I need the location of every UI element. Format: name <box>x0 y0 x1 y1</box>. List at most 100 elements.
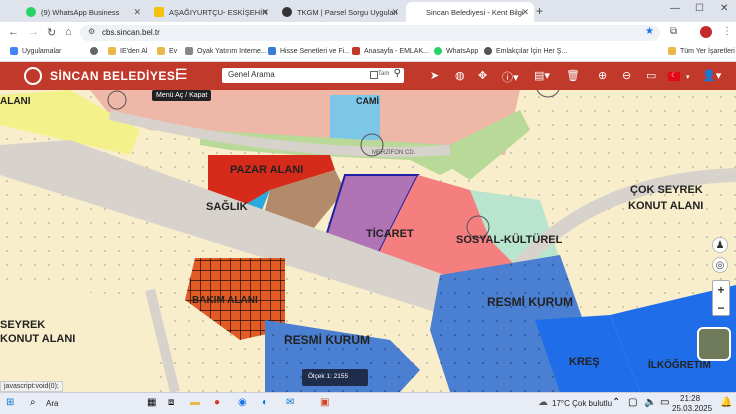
close-icon[interactable]: ✕ <box>261 7 269 18</box>
close-icon[interactable]: ✕ <box>521 7 529 18</box>
zoom-out-button[interactable]: − <box>713 299 729 317</box>
exact-checkbox[interactable] <box>370 71 378 79</box>
new-tab-button[interactable]: + <box>536 4 543 18</box>
app-header: SİNCAN BELEDİYESİ ☰ Genel Arama Tam ⚲ ➤ … <box>0 62 736 90</box>
bookmark-apps[interactable]: Uygulamalar <box>10 47 61 55</box>
home-icon[interactable]: ⌂ <box>65 26 72 38</box>
folder-icon <box>157 47 165 55</box>
bookmark-whatsapp[interactable]: WhatsApp <box>434 47 478 55</box>
powerpoint-icon[interactable]: ▣ <box>320 397 329 408</box>
user-icon[interactable]: 👤▾ <box>702 69 721 82</box>
tab-sincan[interactable]: Sincan Belediyesi - Kent Bilgi Si ✕ <box>406 2 534 22</box>
notification-icon[interactable]: 🔔 <box>720 397 732 408</box>
menu-tooltip: Menü Aç / Kapat <box>152 90 212 101</box>
map-label-street: MERZİFON CD. <box>372 150 416 156</box>
globe-icon <box>90 47 98 55</box>
dash-icon <box>185 47 193 55</box>
municipality-logo-icon <box>24 67 42 85</box>
edge-icon[interactable]: ◐ <box>262 397 268 408</box>
zoom-out-icon[interactable]: ⊖ <box>622 69 631 82</box>
crosshair-icon[interactable]: ✥ <box>478 69 487 82</box>
tab-asagiyurtcu[interactable]: AŞAĞIYURTÇU- ESKİŞEHİR YOL ✕ <box>148 2 274 22</box>
back-icon[interactable]: ← <box>8 26 19 38</box>
status-link: javascript:void(0); <box>0 381 63 392</box>
windows-taskbar: ⊞ ⌕ Ara ▦ ⧈ ▬ ● ◉ ◐ ✉ ▣ ☁ 17°C Çok bulut… <box>0 392 736 414</box>
search-icon[interactable]: ⚲ <box>394 68 401 79</box>
zoom-in-button[interactable]: + <box>713 281 729 299</box>
globe-icon <box>484 47 492 55</box>
folder-icon <box>668 47 676 55</box>
map-label-cok-seyrek: ÇOK SEYREK <box>630 184 703 196</box>
whatsapp-icon <box>26 7 36 17</box>
weather-icon: ☁ <box>538 397 548 408</box>
browser-tab-strip: (9) WhatsApp Business ✕ AŞAĞIYURTÇU- ESK… <box>0 0 736 22</box>
network-icon[interactable]: ▢ <box>628 397 637 408</box>
navigation-icon[interactable]: ➤ <box>430 69 439 82</box>
layers-icon[interactable]: ▤▾ <box>534 69 550 82</box>
bookmark-oyak[interactable]: Oyak Yatırım Interne... <box>185 47 267 55</box>
locate-icon[interactable]: ◎ <box>712 257 728 273</box>
bookmark-star-icon[interactable]: ★ <box>645 26 654 37</box>
map-label-konut: KONUT ALANI <box>628 200 704 212</box>
forward-icon[interactable]: → <box>28 26 39 38</box>
reload-icon[interactable]: ↻ <box>47 26 56 39</box>
screen: (9) WhatsApp Business ✕ AŞAĞIYURTÇU- ESK… <box>0 0 736 414</box>
app-icon[interactable]: ● <box>214 397 220 408</box>
map-label-resmi-kurum-right: RESMİ KURUM <box>487 295 573 309</box>
basemap-thumbnail[interactable] <box>697 327 731 361</box>
map-label-resmi-kurum-center: RESMİ KURUM <box>284 333 370 347</box>
address-bar[interactable]: ⚙ cbs.sincan.bel.tr ★ <box>80 25 660 41</box>
menu-toggle-button[interactable]: ☰ <box>175 66 188 83</box>
map-canvas[interactable]: CAMİ PAZAR ALANI SAĞLIK TİCARET SOSYAL-K… <box>0 90 736 392</box>
tray-chevron-icon[interactable]: ⌃ <box>612 397 620 408</box>
bookmark-emlakcilar[interactable]: Emlakçılar İçin Her Ş... <box>484 47 567 55</box>
task-view-icon[interactable]: ⧈ <box>168 397 174 408</box>
zoom-in-icon[interactable]: ⊕ <box>598 69 607 82</box>
window-close-icon[interactable]: ✕ <box>720 3 728 14</box>
brand-title: SİNCAN BELEDİYESİ <box>50 69 180 83</box>
file-explorer-icon[interactable]: ▬ <box>190 397 200 408</box>
chrome-icon[interactable]: ◉ <box>238 397 247 408</box>
site-info-icon[interactable]: ⚙ <box>88 27 95 36</box>
minimize-icon[interactable]: — <box>670 3 680 14</box>
trash-icon[interactable]: 🗑 <box>566 69 580 82</box>
language-dropdown-icon[interactable]: ▾ <box>686 73 690 81</box>
bookmark-ie[interactable] <box>90 47 102 55</box>
tab-whatsapp[interactable]: (9) WhatsApp Business ✕ <box>20 2 146 22</box>
mail-icon[interactable]: ✉ <box>286 397 294 408</box>
bookmarks-bar: Uygulamalar IE'den Al Ev Oyak Yatırım In… <box>0 44 736 62</box>
battery-icon[interactable]: ▭ <box>660 397 669 408</box>
bookmark-anasayfa[interactable]: Anasayfa - EMLAK... <box>352 47 429 55</box>
maximize-icon[interactable]: ☐ <box>695 3 704 14</box>
info-icon[interactable]: ⓘ▾ <box>502 69 519 85</box>
close-icon[interactable]: ✕ <box>391 7 399 18</box>
close-icon[interactable]: ✕ <box>133 7 141 18</box>
pegman-icon[interactable]: ♟ <box>712 237 728 253</box>
bookmark-ev[interactable]: Ev <box>157 47 177 55</box>
bookmark-hisse[interactable]: Hisse Senetleri ve Fi... <box>268 47 350 55</box>
bookmark-all[interactable]: Tüm Yer İşaretleri <box>668 47 735 55</box>
map-label-cami: CAMİ <box>356 96 379 106</box>
zoom-control: + − <box>712 280 730 316</box>
map-label-seyrek: SEYREK <box>0 319 46 331</box>
tab-tkgm[interactable]: TKGM | Parsel Sorgu Uygulamas ✕ <box>276 2 404 22</box>
map-label-ticaret: TİCARET <box>366 228 414 240</box>
bookmark-ie-import[interactable]: IE'den Al <box>108 47 147 55</box>
map-label-saglik: SAĞLIK <box>206 201 248 213</box>
profile-avatar[interactable] <box>700 26 712 38</box>
more-menu-icon[interactable]: ⋮ <box>722 26 732 37</box>
map-label-bakim: BAKIM ALANI <box>192 295 258 306</box>
volume-icon[interactable]: 🔈 <box>644 397 656 408</box>
whatsapp-icon <box>434 47 442 55</box>
start-icon[interactable]: ⊞ <box>6 397 14 408</box>
map-label-pazar: PAZAR ALANI <box>230 164 304 176</box>
map-label-konut-alani: KONUT ALANI <box>0 333 76 345</box>
monitor-icon[interactable]: ▭ <box>646 69 656 82</box>
turkish-flag-icon[interactable]: ☾ <box>668 72 680 81</box>
search-icon[interactable]: ⌕ <box>30 397 36 408</box>
globe-icon[interactable]: ◍ <box>455 69 465 82</box>
widget-icon[interactable]: ▦ <box>147 397 156 408</box>
map-label-kres: KREŞ <box>569 356 600 368</box>
general-search-input[interactable]: Genel Arama Tam ⚲ <box>222 68 404 83</box>
extensions-icon[interactable]: ⧉ <box>670 26 677 37</box>
